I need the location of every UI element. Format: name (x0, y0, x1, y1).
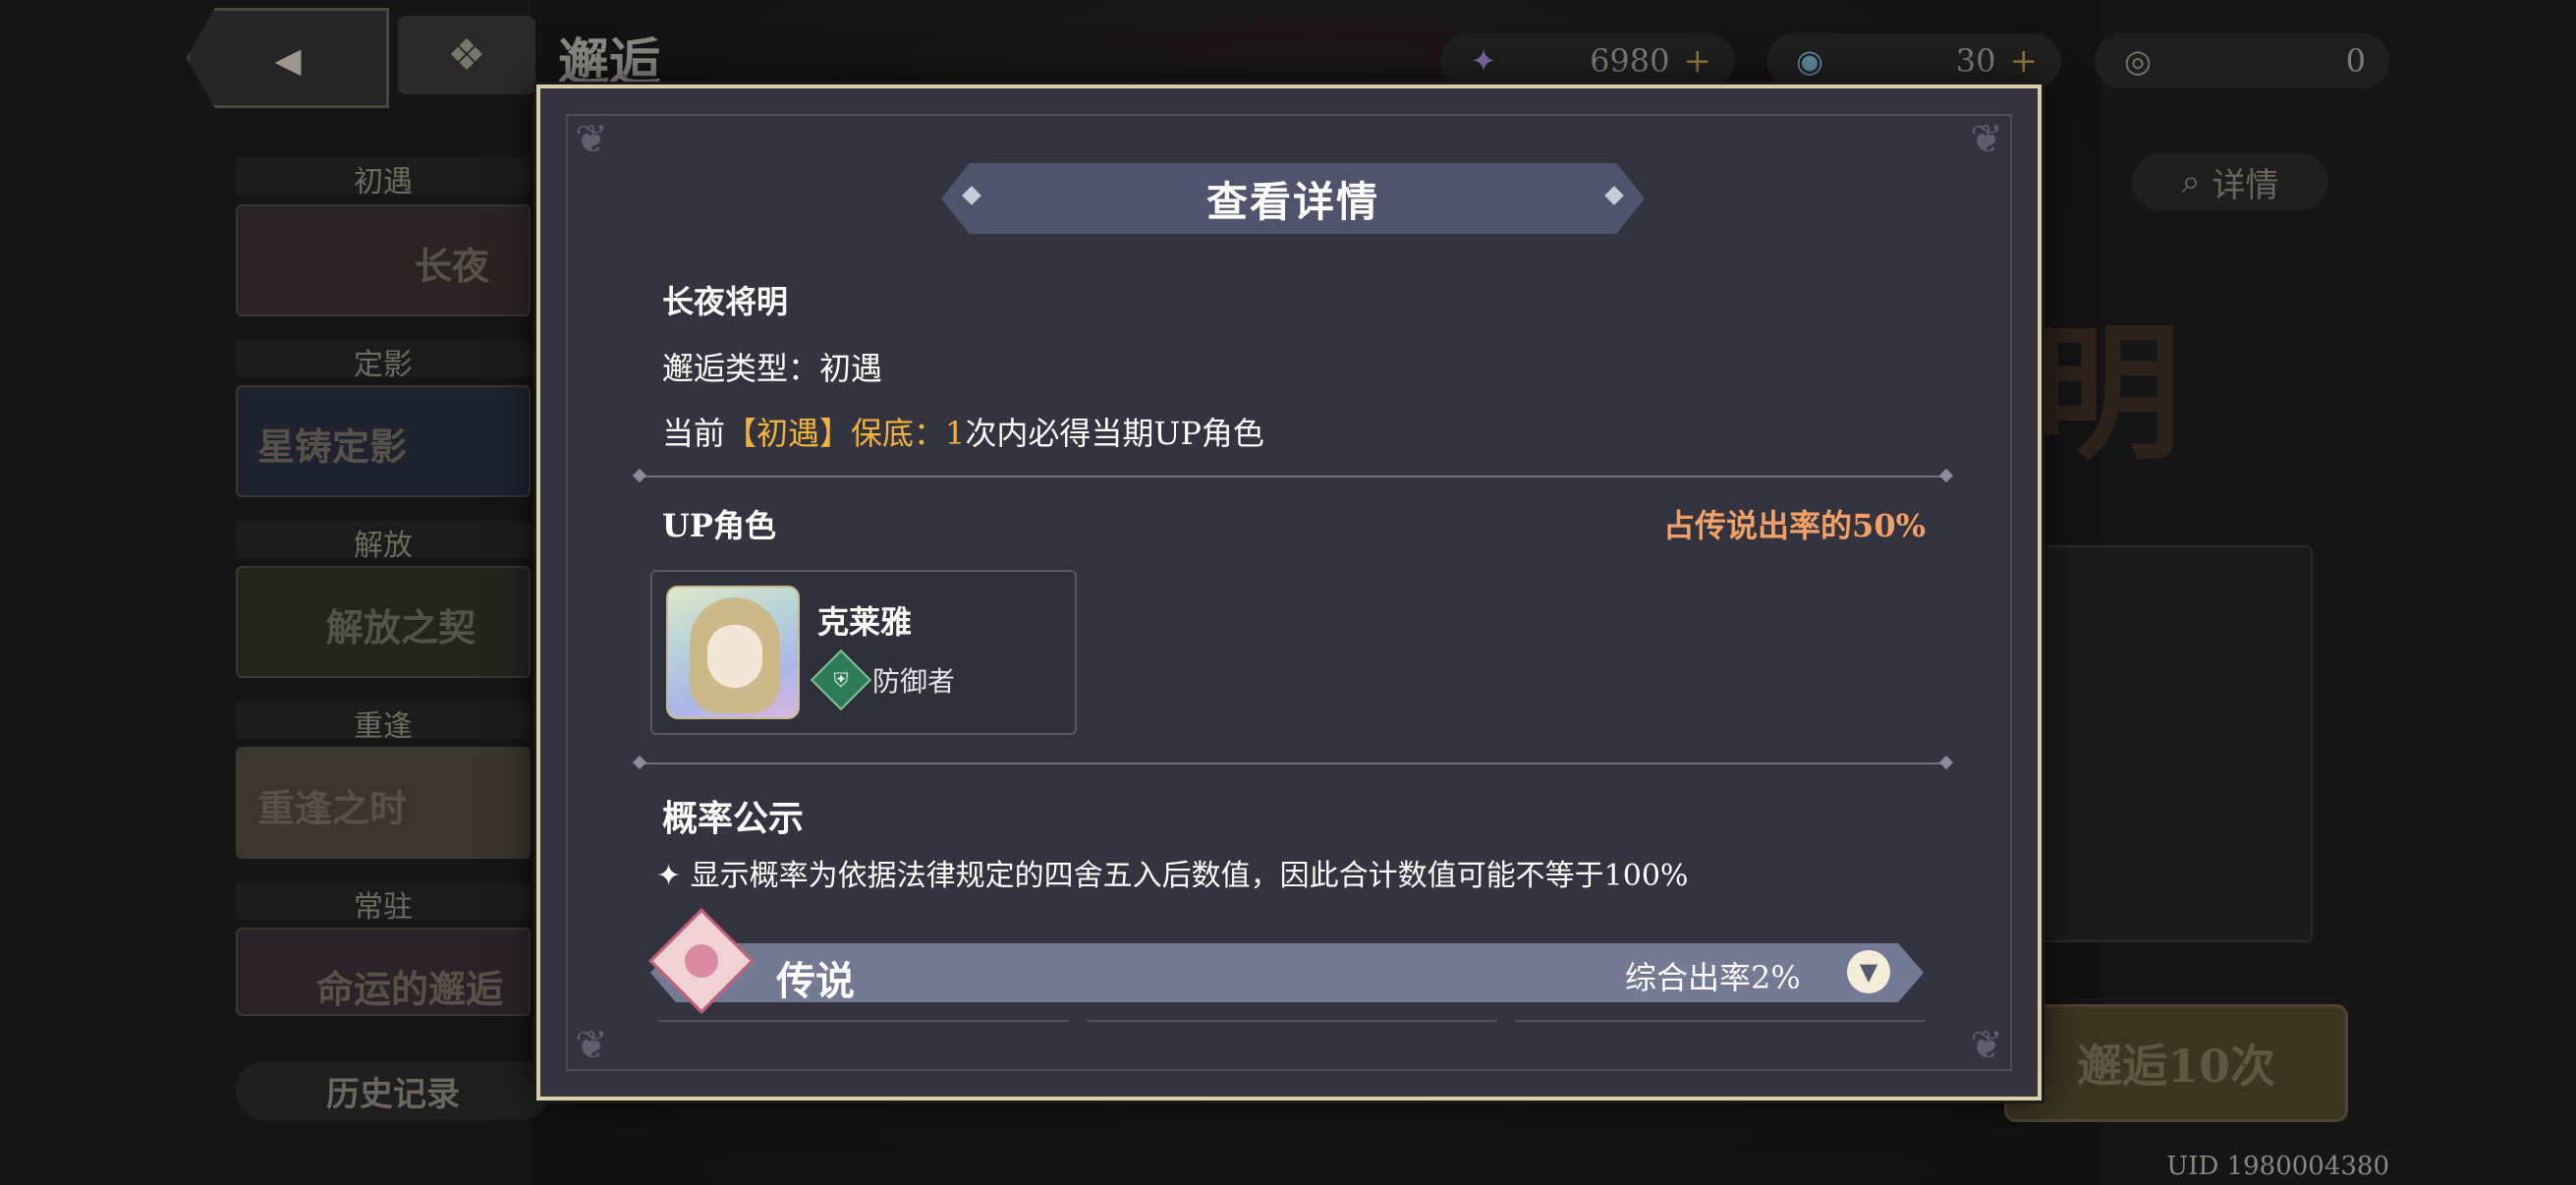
shield-icon: ⛨ (810, 649, 872, 711)
banner-title: 重逢之时 (257, 786, 408, 830)
diamond-ornament-icon (962, 186, 981, 205)
pity-suffix: 次内必得当期UP角色 (965, 415, 1264, 452)
back-button[interactable]: ◂ (187, 8, 389, 108)
pull-10-button[interactable]: 邂逅10次 (2004, 1004, 2348, 1122)
diamond-ornament-icon (1604, 186, 1624, 205)
back-arrow-icon: ◂ (274, 27, 302, 89)
banner-name: 长夜将明 (662, 283, 789, 320)
resource-coin[interactable]: ◎ 0 (2095, 33, 2389, 88)
banner-tab-chuyu[interactable]: 长夜 (236, 204, 531, 316)
resource-feather[interactable]: ◉ 30 + (1766, 33, 2061, 88)
probability-note: ✦ 显示概率为依据法律规定的四舍五入后数值，因此合计数值可能不等于100% (656, 859, 1689, 893)
pity-count: 1 (945, 415, 966, 452)
banner-category-label: 定影 (236, 340, 531, 382)
banner-title: 长夜 (415, 244, 490, 288)
resource-value: 0 (2345, 42, 2366, 80)
corner-ornament-icon: ❦ (1970, 1023, 2003, 1068)
banner-title: 解放之契 (326, 605, 476, 649)
swirl-coin-icon: ◎ (2124, 42, 2152, 80)
probability-title: 概率公示 (662, 798, 805, 839)
banner-category-label: 解放 (236, 521, 531, 563)
up-rate-text: 占传说出率的50% (1663, 507, 1926, 544)
section-divider (639, 762, 1947, 764)
details-modal: ❦ ❦ ❦ ❦ 查看详情 长夜将明 邂逅类型：初遇 当前【初遇】保底：1次内必得… (536, 85, 2042, 1100)
banner-title: 星铸定影 (257, 424, 408, 469)
chevron-down-icon[interactable]: ▼ (1847, 950, 1890, 993)
history-button[interactable]: 历史记录 (236, 1061, 550, 1120)
banner-category-label: 重逢 (236, 702, 531, 744)
up-section-title: UP角色 (662, 507, 776, 544)
tier-rate: 综合出率2% (1625, 959, 1801, 996)
modal-header: 查看详情 (941, 163, 1645, 234)
plus-icon[interactable]: + (1684, 41, 1712, 81)
banner-category-label: 常驻 (236, 882, 531, 925)
plus-icon[interactable]: + (2010, 41, 2039, 81)
menu-button[interactable]: ❖ (398, 16, 535, 94)
banner-tab-chongfeng[interactable]: 重逢之时 (236, 747, 531, 859)
magnifier-icon: ⌕ (2181, 162, 2201, 201)
tier-label: 传说 (776, 958, 855, 1004)
list-item-stub (1087, 1020, 1497, 1051)
grid-icon: ❖ (447, 29, 486, 81)
up-character-card[interactable]: 克莱雅 ⛨ 防御者 (650, 570, 1077, 735)
resource-value: 30 (1955, 42, 1996, 80)
banner-preview-image (2034, 545, 2313, 942)
detail-button[interactable]: ⌕ 详情 (2132, 153, 2328, 210)
pity-info: 当前【初遇】保底：1次内必得当期UP角色 (662, 409, 1264, 454)
character-role: 防御者 (872, 665, 956, 698)
character-portrait (666, 586, 800, 719)
banner-tab-changzhu[interactable]: 命运的邂逅 (236, 928, 531, 1016)
banner-tab-dingying[interactable]: 星铸定影 (236, 385, 531, 497)
section-divider (639, 476, 1947, 478)
banner-logo-art: 明 (2034, 308, 2182, 480)
pity-highlight: 【初遇】保底： (725, 415, 946, 452)
pity-prefix: 当前 (662, 415, 726, 452)
list-item-stub (1515, 1020, 1926, 1051)
banner-title: 命运的邂逅 (316, 967, 504, 1011)
resource-value: 6980 (1590, 42, 1670, 80)
character-name: 克莱雅 (817, 603, 913, 641)
detail-label: 详情 (2212, 165, 2279, 205)
uid-label: UID 1980004380 (2166, 1152, 2389, 1181)
corner-ornament-icon: ❦ (575, 117, 608, 162)
banner-type: 邂逅类型：初遇 (662, 350, 883, 387)
corner-ornament-icon: ❦ (1970, 117, 2003, 162)
resource-crystal[interactable]: ✦ 6980 + (1440, 33, 1735, 88)
modal-title: 查看详情 (1205, 177, 1379, 226)
list-item-stub (658, 1020, 1069, 1051)
banner-tab-jiefang[interactable]: 解放之契 (236, 566, 531, 678)
star-crystal-icon: ✦ (1470, 42, 1497, 80)
feather-orb-icon: ◉ (1796, 42, 1823, 80)
corner-ornament-icon: ❦ (575, 1023, 608, 1068)
portrait-face (707, 625, 762, 688)
banner-category-label: 初遇 (236, 157, 531, 199)
